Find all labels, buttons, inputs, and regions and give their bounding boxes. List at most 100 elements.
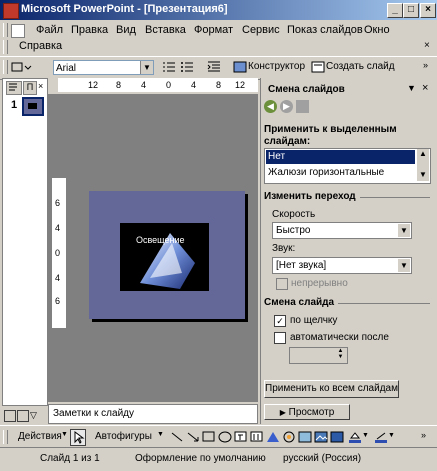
line-color-icon[interactable] [374, 431, 388, 443]
close-button[interactable]: × [420, 3, 436, 18]
slide-thumbnail[interactable] [22, 97, 44, 116]
autoshapes-menu[interactable]: Автофигуры [95, 431, 152, 442]
outline-tab[interactable] [6, 81, 22, 95]
auto-advance-checkbox[interactable] [274, 332, 286, 344]
slides-pane: П × 1 [2, 78, 48, 406]
clipart-icon[interactable] [298, 431, 312, 443]
slide-picture[interactable]: Освещение [120, 223, 209, 291]
textbox-vertical-icon[interactable] [250, 431, 264, 443]
normal-view-icon[interactable] [4, 410, 16, 422]
maximize-button[interactable]: □ [403, 3, 419, 18]
menu-bar: Файл Правка Вид Вставка Формат Сервис По… [0, 20, 437, 56]
chevron-down-icon[interactable]: ▼ [407, 83, 416, 93]
chevron-down-icon[interactable]: ▼ [398, 224, 410, 237]
select-pointer-icon[interactable] [70, 429, 86, 446]
slides-tab[interactable]: П [23, 81, 37, 95]
ruler-tick: 6 [55, 198, 61, 208]
designer-icon[interactable] [233, 61, 247, 73]
menu-window[interactable]: Окно [364, 24, 390, 36]
minimize-button[interactable]: _ [387, 3, 403, 18]
menu-help[interactable]: Справка [19, 40, 62, 52]
divider [338, 303, 430, 304]
menu-format[interactable]: Формат [194, 24, 233, 36]
vertical-ruler: 6 4 0 4 6 [52, 178, 66, 328]
toolbar-overflow-icon[interactable]: » [423, 60, 428, 70]
picture-icon[interactable] [330, 431, 344, 443]
menu-file[interactable]: Файл [36, 24, 63, 36]
designer-button[interactable]: Конструктор [248, 61, 305, 72]
toolbar-grip[interactable] [3, 430, 8, 444]
play-icon: ▶ [279, 408, 286, 417]
sound-label: Звук: [272, 243, 296, 254]
on-click-checkbox[interactable]: ✓ [274, 315, 286, 327]
transition-list[interactable]: Нет Жалюзи горизонтальные ▲ ▼ [264, 148, 431, 184]
fill-color-icon[interactable] [348, 431, 362, 443]
numbered-list-icon[interactable] [162, 61, 176, 73]
new-slide-button[interactable]: Создать слайд [326, 61, 395, 72]
slideshow-view-icon[interactable]: ▽ [30, 410, 40, 420]
modify-transition-heading: Изменить переход [264, 191, 356, 202]
rectangle-icon[interactable] [202, 431, 216, 443]
menu-slideshow[interactable]: Показ слайдов [287, 24, 363, 36]
font-name-combo[interactable]: Arial ▼ [53, 60, 154, 75]
chevron-down-icon[interactable]: ▼ [362, 432, 369, 439]
apply-to-label: Применить к выделенным слайдам: [264, 124, 397, 147]
transition-item-selected[interactable]: Нет [266, 150, 415, 164]
toolbar-overflow-icon[interactable]: » [421, 430, 426, 440]
spinner-icon[interactable]: ▲ ▼ [335, 348, 346, 361]
auto-advance-time-input[interactable]: ▲ ▼ [289, 347, 348, 364]
indent-icon[interactable] [207, 61, 221, 73]
slide-sorter-view-icon[interactable] [17, 410, 29, 422]
status-bar: Слайд 1 из 1 Оформление по умолчанию рус… [0, 447, 437, 471]
title-bar: Microsoft PowerPoint - [Презентация6] _ … [0, 0, 437, 20]
close-icon[interactable]: × [422, 82, 428, 94]
line-icon[interactable] [170, 431, 184, 443]
insert-picture-icon[interactable] [314, 431, 328, 443]
arrow-icon[interactable] [186, 431, 200, 443]
wordart-icon[interactable] [266, 431, 280, 443]
chevron-down-icon[interactable]: ▼ [140, 61, 153, 74]
transition-item[interactable]: Жалюзи горизонтальные [266, 166, 415, 180]
menu-grip[interactable] [3, 23, 8, 37]
oval-icon[interactable] [218, 431, 232, 443]
notes-area[interactable]: Заметки к слайду [48, 404, 258, 424]
menu-view[interactable]: Вид [116, 24, 136, 36]
sound-select[interactable]: [Нет звука] ▼ [272, 257, 412, 274]
toolbar-options-icon[interactable] [10, 60, 32, 75]
actions-menu[interactable]: Действия [18, 431, 62, 442]
powerpoint-app-icon[interactable] [3, 3, 19, 19]
loop-label: непрерывно [291, 278, 348, 289]
menu-grip-2[interactable] [3, 40, 8, 54]
menu-edit[interactable]: Правка [71, 24, 108, 36]
preview-button[interactable]: ▶ Просмотр [264, 404, 350, 420]
toolbar-grip[interactable] [3, 60, 8, 74]
new-slide-icon[interactable] [311, 61, 325, 73]
menu-insert[interactable]: Вставка [145, 24, 186, 36]
forward-icon[interactable]: ▶ [280, 100, 293, 113]
ruler-tick: 6 [55, 296, 61, 306]
speed-select[interactable]: Быстро ▼ [272, 222, 412, 239]
apply-to-all-button[interactable]: Применить ко всем слайдам [264, 380, 399, 398]
close-pane-icon[interactable]: × [38, 81, 43, 91]
document-icon[interactable] [11, 24, 25, 38]
back-icon[interactable]: ◀ [264, 100, 277, 113]
bullet-list-icon[interactable] [180, 61, 194, 73]
textbox-icon[interactable] [234, 431, 248, 443]
loop-checkbox[interactable] [276, 278, 288, 290]
chevron-down-icon[interactable]: ▼ [61, 431, 68, 438]
chevron-down-icon[interactable]: ▼ [388, 432, 395, 439]
window-title: Microsoft PowerPoint - [Презентация6] [21, 3, 228, 15]
chevron-down-icon[interactable]: ▼ [157, 431, 164, 438]
menu-close-doc-icon[interactable]: × [424, 40, 430, 51]
chevron-down-icon[interactable]: ▼ [398, 259, 410, 272]
menu-tools[interactable]: Сервис [242, 24, 280, 36]
ruler-tick: 8 [216, 80, 222, 90]
ruler-tick: 0 [55, 248, 61, 258]
on-click-label: по щелчку [290, 315, 338, 326]
ruler-tick: 4 [55, 223, 61, 233]
status-language: русский (Россия) [283, 453, 362, 464]
list-scrollbar[interactable]: ▲ ▼ [417, 149, 429, 181]
diagram-icon[interactable] [282, 431, 296, 443]
status-slide-count: Слайд 1 из 1 [40, 453, 100, 464]
home-icon[interactable] [296, 100, 309, 113]
